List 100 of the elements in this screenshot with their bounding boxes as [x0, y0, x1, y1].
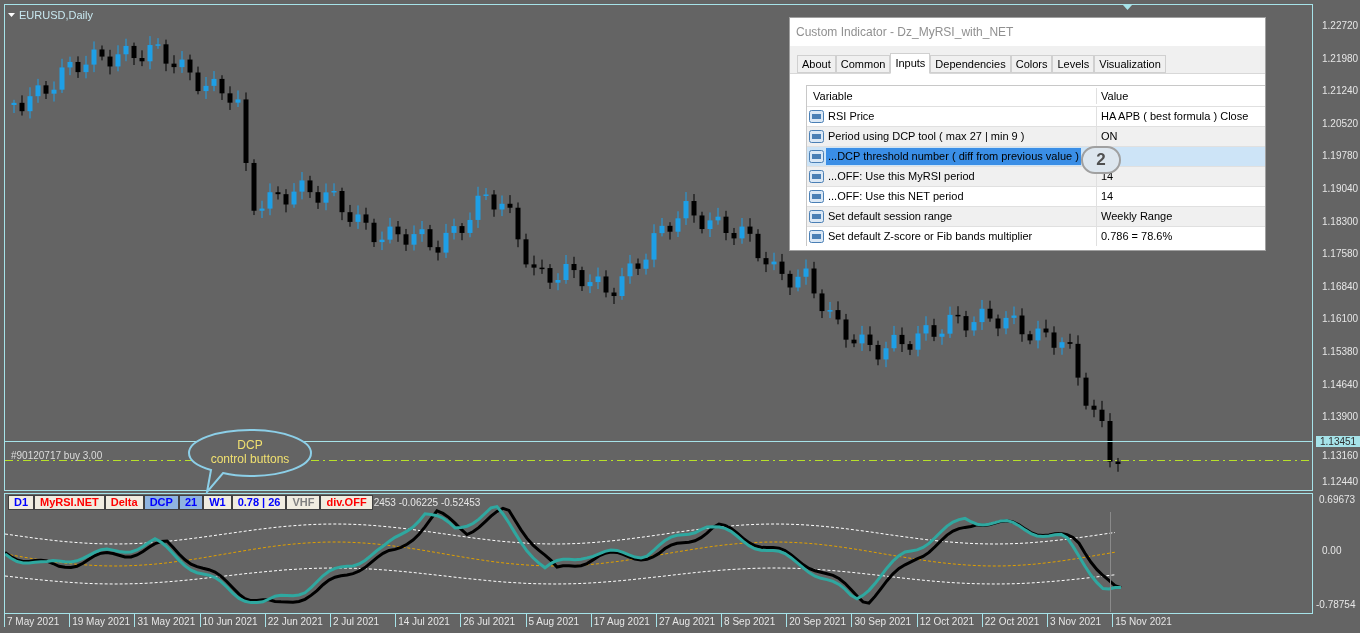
candle — [1083, 372, 1089, 410]
candle — [275, 185, 281, 200]
candle — [875, 340, 881, 366]
candle — [315, 185, 321, 210]
variable-name: Set default session range — [827, 209, 954, 225]
table-row[interactable]: Set default session range Weekly Range — [807, 206, 1265, 226]
indicator-button[interactable]: DCP — [143, 495, 179, 510]
candle — [579, 266, 585, 292]
dialog-tab[interactable]: Levels — [1052, 55, 1095, 73]
price-label: 1.16100 — [1322, 313, 1359, 326]
table-row[interactable]: RSI Price HA APB ( best formula ) Close — [807, 106, 1265, 126]
price-label: 1.20520 — [1322, 117, 1359, 130]
number-icon — [809, 150, 824, 163]
date-label: 3 Nov 2021 — [1047, 614, 1113, 627]
candle — [419, 220, 425, 243]
candle — [67, 56, 73, 76]
candle — [75, 55, 81, 79]
variable-value: 0.786 = 78.6% — [1100, 229, 1173, 245]
indicator-button[interactable]: D1 — [8, 495, 35, 510]
candle — [203, 76, 209, 100]
dialog-tab[interactable]: Inputs — [890, 53, 931, 74]
candle — [379, 231, 385, 251]
candle — [995, 314, 1001, 337]
dropdown-icon[interactable] — [8, 13, 15, 18]
date-label: 30 Sep 2021 — [851, 614, 917, 627]
variable-name: Set default Z-score or Fib bands multiplier — [827, 229, 1034, 245]
candle — [1067, 333, 1073, 350]
candle — [1091, 399, 1097, 418]
candle — [547, 263, 553, 290]
candle — [899, 326, 905, 353]
date-label: 27 Aug 2021 — [655, 614, 722, 627]
table-row[interactable]: Set default Z-score or Fib bands multiplier 0.786 = 78.6% — [807, 226, 1265, 246]
chart-title: EURUSD,Daily — [19, 8, 93, 23]
candle — [211, 70, 217, 92]
number-icon — [809, 130, 824, 143]
candle — [979, 299, 985, 331]
candle — [835, 300, 841, 325]
number-icon — [809, 190, 824, 203]
price-label: 1.17580 — [1322, 248, 1359, 261]
candle — [1003, 310, 1009, 335]
candle — [507, 194, 513, 214]
candle — [555, 272, 561, 291]
candle — [179, 50, 185, 74]
price-label: 1.19780 — [1322, 150, 1359, 163]
date-label: 7 May 2021 — [4, 614, 70, 627]
candle — [963, 310, 969, 338]
price-label: 1.15380 — [1322, 346, 1359, 358]
candle — [723, 210, 729, 241]
candle — [147, 35, 153, 70]
candle — [1115, 457, 1121, 473]
dialog-tab[interactable]: Dependencies — [930, 55, 1011, 73]
indicator-button[interactable]: 21 — [178, 495, 204, 510]
candle — [795, 269, 801, 292]
candle — [1043, 319, 1049, 338]
date-label: 22 Oct 2021 — [981, 614, 1047, 627]
candle — [675, 210, 681, 238]
candle — [1019, 307, 1025, 343]
table-row[interactable]: Period using DCP tool ( max 27 | min 9 ) ON — [807, 126, 1265, 146]
indicator-label: -0.78754 — [1316, 598, 1356, 612]
price-label: 1.14640 — [1322, 378, 1359, 391]
candle — [1051, 325, 1057, 356]
candle — [235, 89, 241, 108]
candle — [699, 211, 705, 234]
candle — [867, 325, 873, 352]
dialog-tab[interactable]: About — [797, 55, 836, 73]
date-label: 5 Aug 2021 — [525, 614, 591, 627]
candle — [883, 341, 889, 368]
price-label: 1.21240 — [1322, 85, 1359, 98]
candle — [195, 66, 201, 95]
candle — [819, 288, 825, 319]
candle — [91, 40, 97, 73]
candle — [771, 252, 777, 271]
dialog-tab[interactable]: Common — [835, 55, 891, 73]
candle — [523, 233, 529, 269]
dialog-tab[interactable]: Colors — [1010, 55, 1053, 73]
dialog-tab[interactable]: Visualization — [1094, 55, 1166, 73]
candle — [163, 39, 169, 72]
candle — [923, 315, 929, 342]
candle — [403, 228, 409, 252]
price-label: 1.19040 — [1322, 183, 1359, 195]
bid-price-label: 1.13451 — [1316, 436, 1360, 447]
candle — [915, 325, 921, 357]
variable-value: Weekly Range — [1100, 209, 1173, 225]
candle — [827, 301, 833, 319]
candle — [339, 187, 345, 221]
candle — [131, 42, 137, 66]
date-label: 8 Sep 2021 — [721, 614, 787, 627]
indicator-button[interactable]: 0.78 | 26 — [231, 495, 287, 510]
price-label: 1.22720 — [1322, 20, 1359, 32]
candle — [611, 287, 617, 305]
candle — [443, 223, 449, 259]
candle — [475, 186, 481, 229]
candle — [563, 254, 569, 285]
indicator-button[interactable]: W1 — [203, 495, 232, 510]
price-label: 1.12440 — [1322, 476, 1359, 489]
table-row[interactable]: ...OFF: Use this NET period 14 — [807, 186, 1265, 206]
candle — [43, 80, 49, 100]
candle — [531, 255, 537, 276]
variable-name: ...OFF: Use this NET period — [827, 189, 965, 205]
candle — [947, 306, 953, 339]
